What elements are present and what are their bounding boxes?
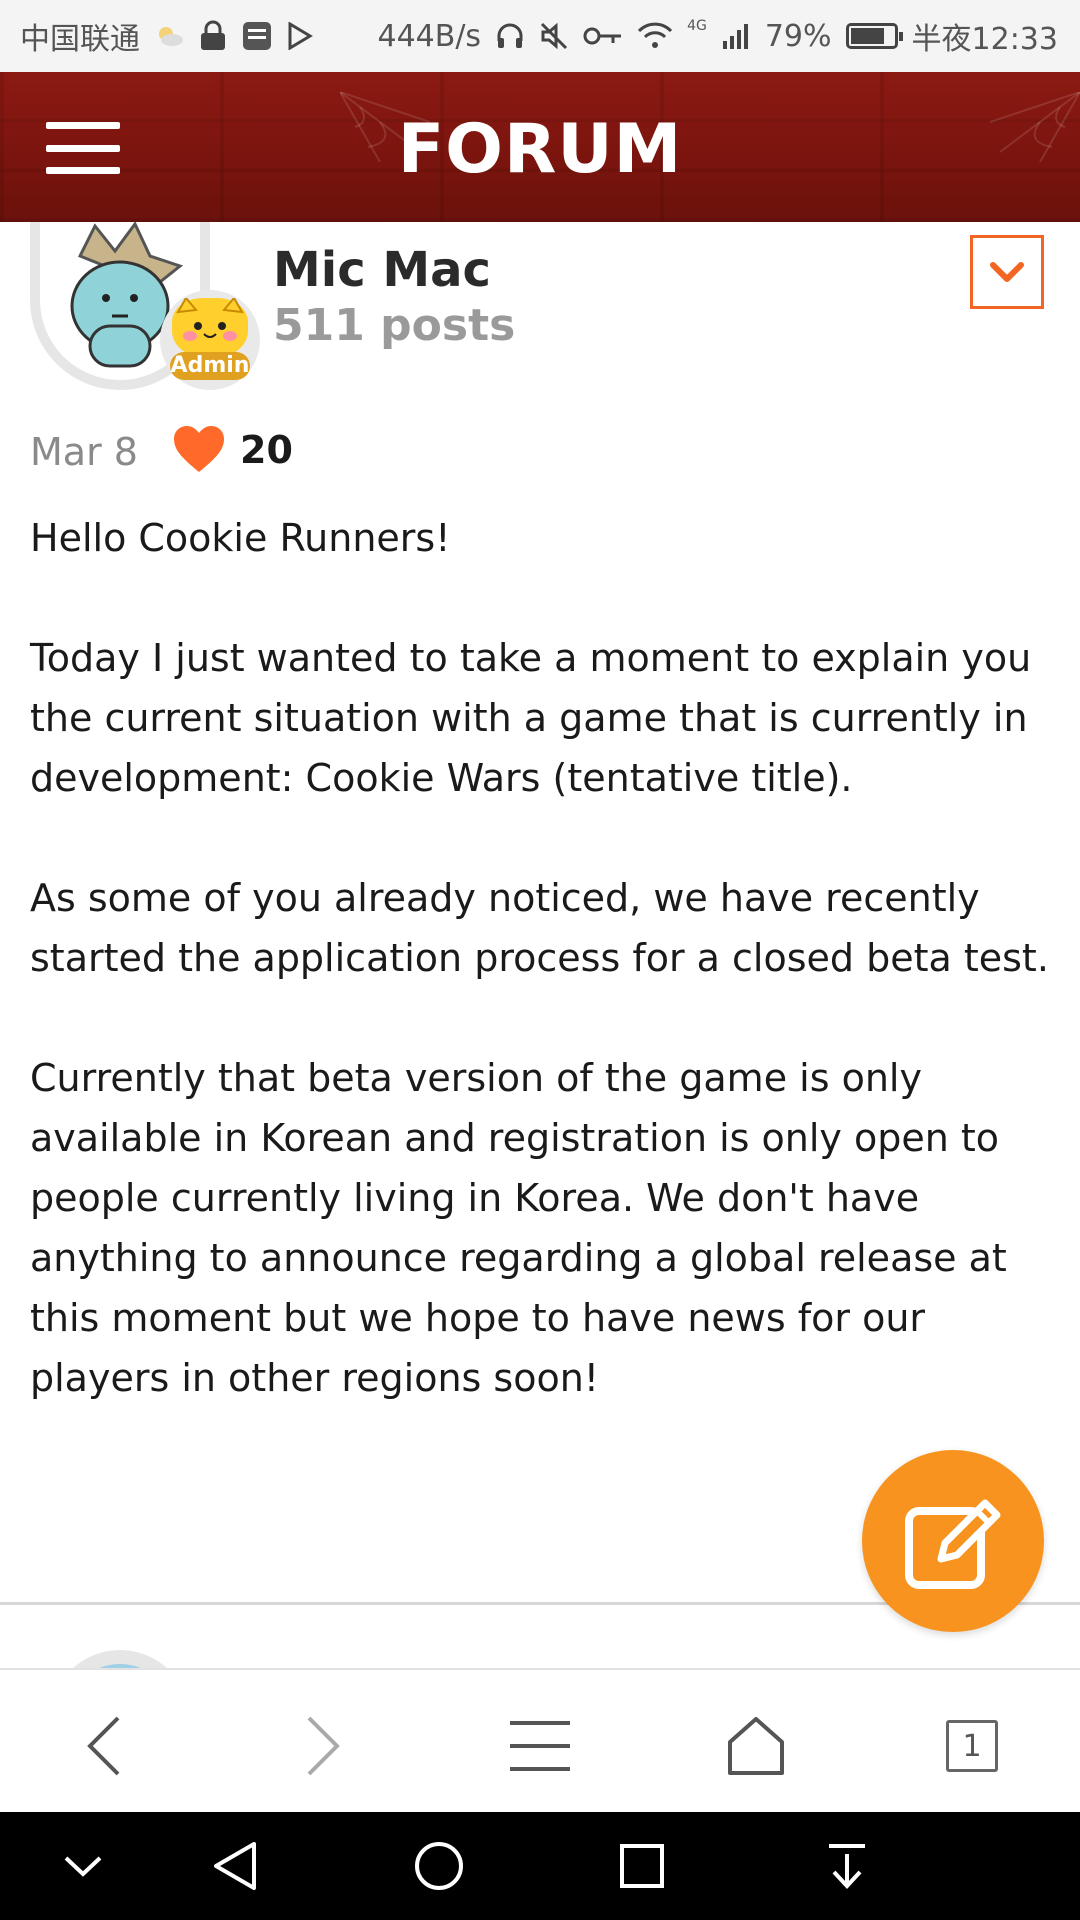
weather-icon xyxy=(159,27,183,46)
post-paragraph: As some of you already noticed, we have … xyxy=(30,876,1049,980)
app-notification-icon xyxy=(243,22,271,50)
forum-header: FORUM xyxy=(0,72,1080,222)
system-home-button[interactable] xyxy=(404,1836,474,1896)
back-icon xyxy=(214,1842,256,1890)
post-options-button[interactable] xyxy=(970,235,1044,309)
headphones-icon xyxy=(497,23,523,48)
browser-forward-button[interactable] xyxy=(283,1706,363,1786)
lock-icon xyxy=(201,20,225,50)
chevron-down-icon xyxy=(990,262,1024,282)
network-type: 4G xyxy=(687,18,707,34)
forward-icon xyxy=(307,1716,340,1776)
play-store-icon xyxy=(288,22,313,50)
edit-icon xyxy=(905,1499,1001,1589)
notification-pull-button[interactable] xyxy=(812,1836,882,1896)
system-recents-button[interactable] xyxy=(607,1836,677,1896)
collapse-icon xyxy=(64,1856,102,1877)
notification-pull-icon xyxy=(829,1844,865,1889)
back-icon xyxy=(87,1716,120,1776)
compose-button[interactable] xyxy=(862,1450,1044,1632)
tabs-icon: 1 xyxy=(946,1720,998,1772)
browser-toolbar: 1 xyxy=(0,1668,1080,1814)
system-back-button[interactable] xyxy=(200,1836,270,1896)
mute-icon xyxy=(541,22,568,50)
net-speed: 444B/s xyxy=(377,18,482,54)
carrier-label: 中国联通 xyxy=(20,22,140,57)
battery-percent: 79% xyxy=(764,18,832,54)
heart-icon xyxy=(174,426,224,472)
menu-icon xyxy=(510,1721,570,1771)
like-count: 20 xyxy=(240,428,293,472)
browser-back-button[interactable] xyxy=(64,1706,144,1786)
home-icon xyxy=(415,1842,463,1890)
key-icon xyxy=(583,27,622,45)
post-date: Mar 8 xyxy=(30,430,138,474)
post-paragraph: Hello Cookie Runners! xyxy=(30,516,451,560)
post-paragraph: Today I just wanted to take a moment to … xyxy=(30,636,1032,800)
status-right: 444B/s 4G 79% 半夜12:33 xyxy=(377,0,1058,72)
battery-level xyxy=(850,28,884,44)
admin-badge-face-icon xyxy=(172,296,248,358)
admin-label: Admin xyxy=(170,352,250,380)
admin-badge: Admin xyxy=(160,290,260,390)
browser-home-button[interactable] xyxy=(716,1706,796,1786)
page-title: FORUM xyxy=(397,110,683,189)
system-navigation-bar xyxy=(0,1812,1080,1920)
browser-tabs-button[interactable]: 1 xyxy=(932,1706,1012,1786)
signal-icon xyxy=(722,24,748,49)
collapse-button[interactable] xyxy=(48,1836,118,1896)
status-left: 中国联通 xyxy=(20,0,314,72)
browser-menu-button[interactable] xyxy=(500,1706,580,1786)
recents-icon xyxy=(620,1844,664,1888)
clock: 半夜12:33 xyxy=(911,22,1058,57)
post-paragraph: Currently that beta version of the game … xyxy=(30,1056,1007,1400)
home-icon xyxy=(728,1717,784,1775)
author-post-count: 511 posts xyxy=(273,300,516,351)
battery-icon xyxy=(845,23,903,49)
author-name[interactable]: Mic Mac xyxy=(273,242,491,298)
status-bar: 中国联通 444B/s 4G 79% 半夜12:33 xyxy=(0,0,1080,72)
like-button[interactable] xyxy=(172,424,226,474)
post-body: Hello Cookie Runners! Today I just wante… xyxy=(30,508,1050,1468)
wifi-icon xyxy=(637,22,673,48)
